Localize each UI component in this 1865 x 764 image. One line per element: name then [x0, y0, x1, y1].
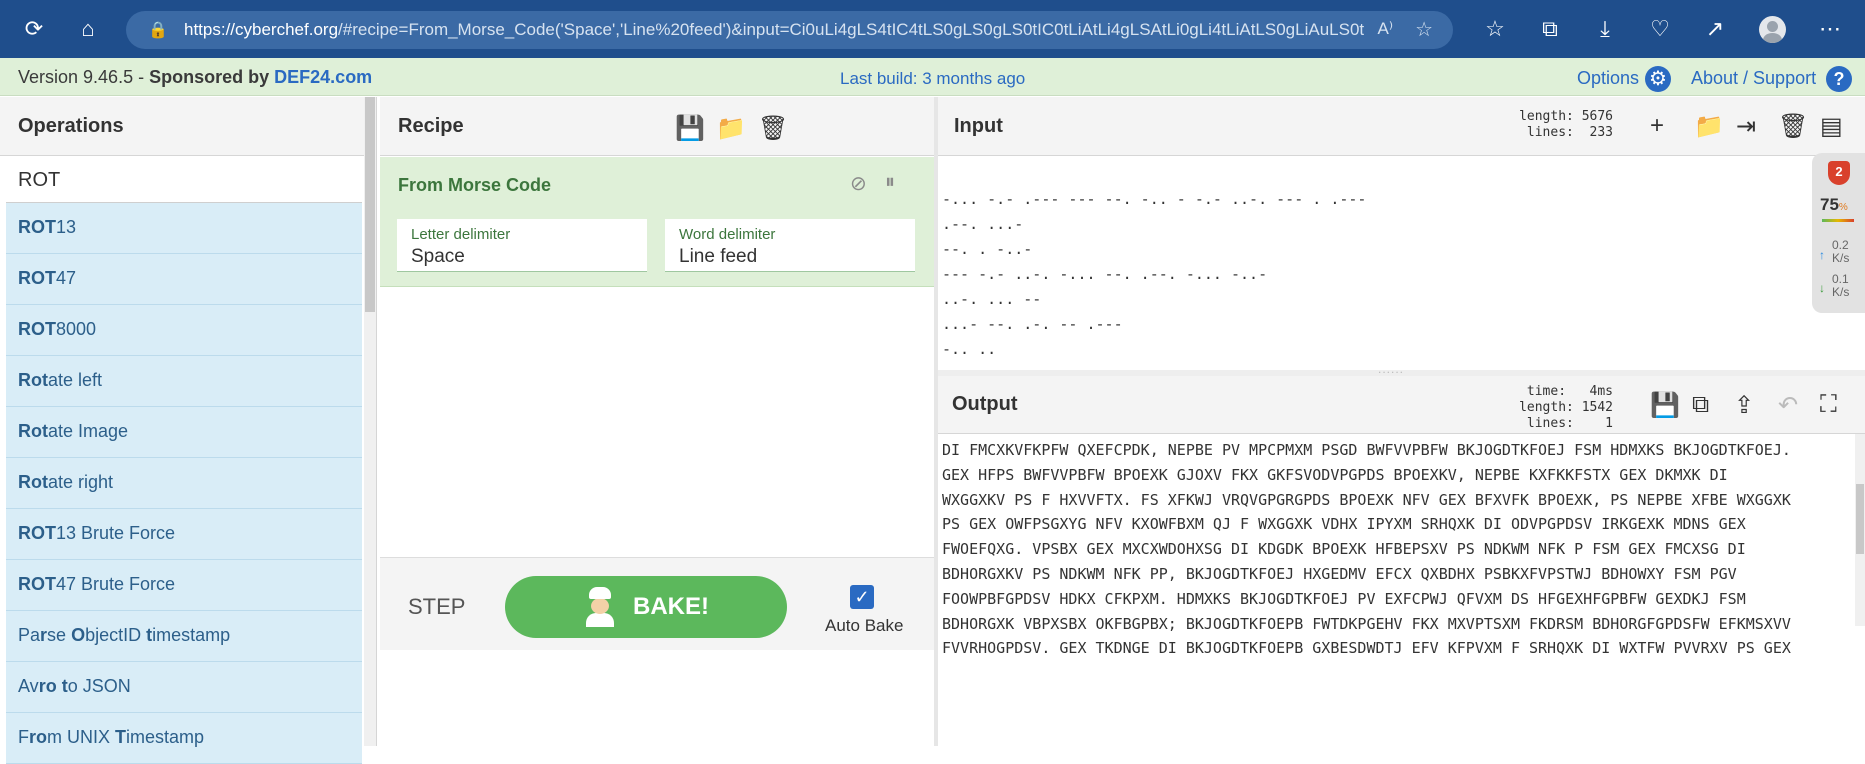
refresh-icon[interactable]: ⟳: [22, 17, 46, 41]
output-stats: time: 4ms length: 1542 lines: 1: [1519, 384, 1613, 431]
clear-recipe-icon[interactable]: 🗑: [758, 114, 788, 143]
replace-input-icon[interactable]: ⇪: [1734, 391, 1754, 420]
operations-search-input[interactable]: ROT: [6, 157, 362, 203]
downloads-icon[interactable]: ⤓: [1593, 17, 1617, 41]
operations-list: ROT13 ROT47 ROT8000 Rotate left Rotate Image…: [6, 203, 362, 764]
add-tab-icon[interactable]: +: [1650, 112, 1664, 140]
operation-title: From Morse Code: [398, 175, 552, 195]
operations-panel: Operations ROT ROT13 ROT47 ROT8000 Rotate l…: [0, 97, 377, 764]
performance-bar: [1822, 219, 1854, 222]
about-support-link[interactable]: About / Support: [1691, 68, 1816, 89]
operation-list-item[interactable]: ROT13 Brute Force: [6, 509, 362, 560]
favorites-icon[interactable]: ☆: [1483, 17, 1507, 41]
performance-percent: 75%: [1820, 195, 1848, 214]
upload-arrow-icon: ↑: [1819, 248, 1825, 262]
home-icon[interactable]: ⌂: [76, 17, 100, 41]
bake-controls: STEP BAKE! ✓ Auto Bake: [380, 557, 934, 650]
open-file-icon[interactable]: ⇥: [1736, 112, 1756, 141]
profile-avatar[interactable]: [1759, 16, 1786, 43]
auto-bake-label: Auto Bake: [825, 616, 904, 635]
operation-list-item[interactable]: From UNIX Timestamp: [6, 713, 362, 764]
save-output-icon[interactable]: 💾: [1650, 391, 1680, 420]
operation-list-item[interactable]: Rotate right: [6, 458, 362, 509]
shield-icon: 2: [1828, 161, 1850, 185]
last-build-link[interactable]: Last build: 3 months ago: [840, 69, 1025, 89]
auto-bake-checkbox[interactable]: ✓: [850, 585, 874, 609]
more-menu-icon[interactable]: ⋯: [1818, 17, 1842, 41]
favorite-add-icon[interactable]: ☆: [1415, 17, 1433, 42]
operations-title: Operations: [0, 97, 376, 156]
gear-icon[interactable]: ⚙: [1645, 66, 1671, 92]
recipe-panel: Recipe 💾 📁 🗑 From Morse Code ⊘ ⏸ Letter …: [380, 97, 934, 746]
breakpoint-icon[interactable]: ⏸: [885, 171, 895, 194]
address-bar[interactable]: 🔒 https://cyberchef.org/#recipe=From_Mor…: [126, 11, 1453, 49]
help-icon[interactable]: ?: [1826, 66, 1852, 92]
download-speed: 0.1 K/s: [1832, 272, 1850, 299]
output-title: Output: [938, 376, 1865, 434]
input-textarea[interactable]: -... -.- .--- --- --. -.. - -.- ..-. ---…: [942, 187, 1366, 362]
clear-input-icon[interactable]: 🗑: [1778, 112, 1808, 141]
read-aloud-icon[interactable]: A⁾: [1377, 19, 1393, 39]
lock-icon: 🔒: [148, 22, 168, 39]
url-text: https://cyberchef.org/#recipe=From_Morse…: [184, 20, 1364, 39]
options-link[interactable]: Options: [1577, 68, 1639, 89]
performance-widget[interactable]: 2 75% ↑ 0.2 K/s ↓ 0.1 K/s: [1812, 153, 1865, 313]
input-title: Input: [938, 97, 1865, 156]
collections-icon[interactable]: ⧉: [1538, 17, 1562, 41]
sponsor-link[interactable]: DEF24.com: [274, 67, 372, 87]
input-panel: Input length: 5676 lines: 233 + 📁 ⇥ 🗑 ▤ …: [938, 97, 1865, 370]
disable-icon[interactable]: ⊘: [850, 171, 867, 196]
output-panel: Output time: 4ms length: 1542 lines: 1 💾…: [938, 376, 1865, 746]
operation-list-item[interactable]: Rotate left: [6, 356, 362, 407]
browser-toolbar: ⟳ ⌂ 🔒 https://cyberchef.org/#recipe=From…: [0, 0, 1865, 58]
input-stats: length: 5676 lines: 233: [1519, 109, 1613, 140]
maximize-icon[interactable]: ⛶: [1820, 391, 1837, 419]
output-text[interactable]: DI FMCXKVFKPFW QXEFCPDK, NEPBE PV MPCPMX…: [942, 438, 1852, 661]
save-recipe-icon[interactable]: 💾: [675, 114, 705, 143]
operation-list-item[interactable]: Parse ObjectID timestamp: [6, 611, 362, 662]
recipe-title: Recipe: [380, 97, 934, 156]
letter-delimiter-select[interactable]: Letter delimiter Space: [397, 219, 647, 272]
upload-speed: 0.2 K/s: [1832, 238, 1850, 265]
browser-essentials-icon[interactable]: ♡: [1648, 17, 1672, 41]
step-button[interactable]: STEP: [408, 594, 465, 620]
bake-button[interactable]: BAKE!: [505, 576, 787, 638]
operation-from-morse-code[interactable]: From Morse Code ⊘ ⏸ Letter delimiter Spa…: [380, 157, 934, 287]
download-arrow-icon: ↓: [1819, 281, 1825, 295]
version-info: Version 9.46.5 - Sponsored by DEF24.com: [18, 67, 373, 87]
copy-output-icon[interactable]: ⧉: [1692, 391, 1709, 419]
load-recipe-icon[interactable]: 📁: [716, 114, 746, 143]
operation-list-item[interactable]: Avro to JSON: [6, 662, 362, 713]
operations-scrollbar[interactable]: [364, 97, 376, 746]
operation-list-item[interactable]: ROT13: [6, 203, 362, 254]
undo-icon[interactable]: ↶: [1778, 391, 1798, 420]
version-bar: Version 9.46.5 - Sponsored by DEF24.com …: [0, 58, 1865, 96]
operation-list-item[interactable]: Rotate Image: [6, 407, 362, 458]
operation-list-item[interactable]: ROT47: [6, 254, 362, 305]
word-delimiter-select[interactable]: Word delimiter Line feed: [665, 219, 915, 272]
open-folder-icon[interactable]: 📁: [1694, 112, 1724, 141]
share-icon[interactable]: ↗: [1703, 17, 1727, 41]
layout-icon[interactable]: ▤: [1820, 112, 1843, 141]
operation-list-item[interactable]: ROT8000: [6, 305, 362, 356]
chef-icon: [583, 587, 617, 627]
output-scrollbar[interactable]: [1855, 434, 1865, 626]
operation-list-item[interactable]: ROT47 Brute Force: [6, 560, 362, 611]
